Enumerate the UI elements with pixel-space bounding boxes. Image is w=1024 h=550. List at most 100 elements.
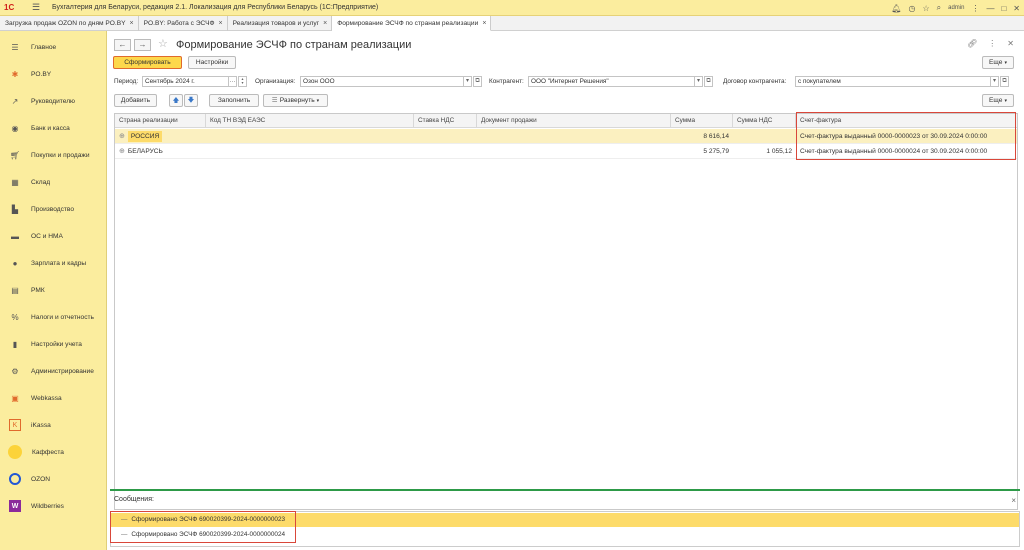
country-cell[interactable]: ⊕ БЕЛАРУСЬ: [115, 144, 206, 159]
sidebar-item-rmk[interactable]: ▤ РМК: [0, 280, 107, 300]
close-form-icon[interactable]: ✕: [1007, 39, 1014, 48]
sidebar-item-wildberries[interactable]: W Wildberries: [0, 496, 107, 516]
vat-sum-cell[interactable]: [733, 129, 796, 144]
contractor-field[interactable]: ООО "Интернет Решения": [528, 76, 695, 87]
sidebar-item-bank[interactable]: ◉ Банк и касса: [0, 118, 107, 138]
contract-dropdown-icon[interactable]: ▾: [990, 76, 999, 87]
code-cell[interactable]: [206, 144, 414, 159]
expand-button[interactable]: ☰ Развернуть ▾: [263, 94, 328, 107]
search-icon[interactable]: ⌕: [937, 3, 941, 13]
sidebar-item-ikassa[interactable]: KiKassa: [0, 415, 107, 435]
sidebar-item-salary[interactable]: ● Зарплата и кадры: [0, 253, 107, 273]
sidebar-item-kaffesta[interactable]: Каффеста: [0, 442, 107, 462]
column-header-vat-sum[interactable]: Сумма НДС: [733, 114, 796, 128]
more-label: Еще: [989, 59, 1003, 66]
close-tab-icon[interactable]: ×: [323, 20, 327, 27]
table-row[interactable]: ⊕ БЕЛАРУСЬ 5 275,79 1 055,12 Счет-фактура…: [115, 144, 1017, 159]
back-button[interactable]: ←: [114, 39, 131, 51]
message-item[interactable]: — Сформировано ЭСЧФ 690020399-2024-000000…: [111, 513, 1019, 527]
close-window-icon[interactable]: ✕: [1013, 4, 1020, 13]
sidebar-item-production[interactable]: ▙ Производство: [0, 199, 107, 219]
organization-dropdown-icon[interactable]: ▾: [463, 76, 472, 87]
close-tab-icon[interactable]: ×: [219, 20, 223, 27]
sidebar-item-webkassa[interactable]: ▣ Webkassa: [0, 388, 107, 408]
tab-esch-work[interactable]: PO.BY: Работа с ЭСЧФ ×: [139, 16, 228, 31]
messages-list: — Сформировано ЭСЧФ 690020399-2024-000000…: [110, 511, 1020, 547]
main-menu-icon[interactable]: ☰: [32, 2, 42, 13]
add-button[interactable]: Добавить: [114, 94, 157, 107]
fill-button[interactable]: Заполнить: [209, 94, 259, 107]
organization-open-icon[interactable]: ⧉: [473, 76, 482, 87]
table-more-button[interactable]: Еще ▾: [982, 94, 1014, 107]
more-button[interactable]: Еще ▾: [982, 56, 1014, 69]
history-icon[interactable]: ◷: [908, 4, 915, 13]
message-item[interactable]: — Сформировано ЭСЧФ 690020399-2024-000000…: [111, 528, 1019, 542]
app-logo: 1С: [4, 2, 15, 12]
column-header-vat-rate[interactable]: Ставка НДС: [414, 114, 477, 128]
sidebar-item-main[interactable]: ☰ Главное: [0, 37, 107, 57]
minimize-icon[interactable]: —: [986, 4, 994, 13]
expand-row-icon[interactable]: ⊕: [119, 133, 125, 140]
move-down-icon[interactable]: 🡇: [184, 94, 198, 107]
vat-rate-cell[interactable]: [414, 129, 477, 144]
period-label: Период:: [114, 78, 139, 85]
settings-button[interactable]: Настройки: [188, 56, 236, 69]
chevron-down-icon: ▾: [1004, 98, 1007, 104]
sum-cell[interactable]: 8 616,14: [671, 129, 733, 144]
sidebar-item-manager[interactable]: ↗ Руководителю: [0, 91, 107, 111]
sidebar-item-taxes[interactable]: % Налоги и отчетность: [0, 307, 107, 327]
sidebar-item-ozon[interactable]: OZON: [0, 469, 107, 489]
generate-button[interactable]: Сформировать: [113, 56, 182, 69]
link-icon[interactable]: 🔗︎: [967, 39, 977, 48]
maximize-icon[interactable]: □: [1001, 4, 1006, 13]
settings-menu-icon[interactable]: ⋮: [971, 4, 979, 13]
sidebar-item-accounting-settings[interactable]: ▮ Настройки учета: [0, 334, 107, 354]
favorites-icon[interactable]: ☆: [922, 4, 929, 13]
tax-icon: %: [11, 312, 19, 322]
column-header-invoice[interactable]: Счет-фактура: [796, 114, 1017, 128]
column-header-sum[interactable]: Сумма: [671, 114, 733, 128]
expand-row-icon[interactable]: ⊕: [119, 148, 125, 155]
sale-document-cell[interactable]: [477, 129, 671, 144]
sidebar-item-administration[interactable]: ⚙ Администрирование: [0, 361, 107, 381]
invoice-cell[interactable]: Счет-фактура выданный 0000-0000023 от 30…: [796, 129, 1017, 144]
column-header-code[interactable]: Код ТН ВЭД ЕАЭС: [206, 114, 414, 128]
column-header-country[interactable]: Страна реализации: [115, 114, 206, 128]
close-messages-icon[interactable]: ×: [1011, 496, 1016, 505]
contract-open-icon[interactable]: ⧉: [1000, 76, 1009, 87]
tab-sales[interactable]: Реализация товаров и услуг ×: [228, 16, 333, 31]
close-tab-icon[interactable]: ×: [482, 20, 486, 27]
sidebar-item-warehouse[interactable]: ▦ Склад: [0, 172, 107, 192]
code-cell[interactable]: [206, 129, 414, 144]
contract-field[interactable]: с покупателем: [795, 76, 991, 87]
period-select-button[interactable]: …: [228, 76, 237, 87]
sidebar-item-po-by[interactable]: ✱ PO.BY: [0, 64, 107, 84]
table-row[interactable]: ⊕ РОССИЯ 8 616,14 Счет-фактура выданный 0…: [115, 129, 1017, 144]
favorite-star-icon[interactable]: ☆: [158, 37, 168, 50]
column-header-sale-document[interactable]: Документ продажи: [477, 114, 671, 128]
invoice-cell[interactable]: Счет-фактура выданный 0000-0000024 от 30…: [796, 144, 1017, 159]
country-value: БЕЛАРУСЬ: [127, 148, 163, 155]
register-icon: ▤: [11, 285, 19, 295]
sale-document-cell[interactable]: [477, 144, 671, 159]
period-field[interactable]: Сентябрь 2024 г.: [142, 76, 229, 87]
contractor-open-icon[interactable]: ⧉: [704, 76, 713, 87]
vat-rate-cell[interactable]: [414, 144, 477, 159]
vat-sum-cell[interactable]: 1 055,12: [733, 144, 796, 159]
notifications-icon[interactable]: 🔔︎: [891, 4, 901, 13]
country-cell[interactable]: ⊕ РОССИЯ: [115, 129, 206, 144]
tab-ozon-sales[interactable]: Загрузка продаж OZON по дням PO.BY ×: [0, 16, 139, 31]
more-actions-icon[interactable]: ⋮: [988, 39, 996, 48]
contractor-dropdown-icon[interactable]: ▾: [694, 76, 703, 87]
close-tab-icon[interactable]: ×: [130, 20, 134, 27]
forward-button[interactable]: →: [134, 39, 151, 51]
sum-cell[interactable]: 5 275,79: [671, 144, 733, 159]
user-name[interactable]: admin: [948, 5, 964, 11]
period-stepper[interactable]: ▴ ▾: [238, 76, 247, 87]
sidebar-item-purchases[interactable]: 🛒︎ Покупки и продажи: [0, 145, 107, 165]
move-up-icon[interactable]: 🡅: [169, 94, 183, 107]
tab-esch-generation[interactable]: Формирование ЭСЧФ по странам реализации …: [332, 16, 492, 31]
sidebar-item-assets[interactable]: ▬ ОС и НМА: [0, 226, 107, 246]
tab-label: Загрузка продаж OZON по дням PO.BY: [5, 20, 126, 27]
organization-field[interactable]: Озон ООО: [300, 76, 464, 87]
